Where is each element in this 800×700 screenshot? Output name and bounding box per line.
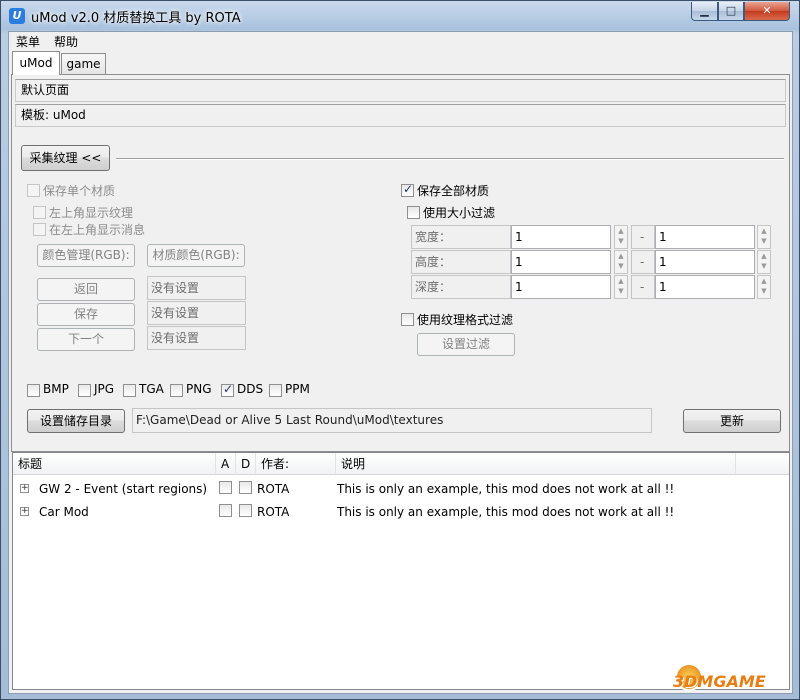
tab-umod[interactable]: uMod [12, 51, 60, 75]
depth-max-input[interactable]: 1 [655, 275, 755, 299]
show-texture-checkbox[interactable] [33, 206, 46, 219]
format-tga-label: TGA [139, 382, 164, 396]
save-all-label: 保存全部材质 [417, 184, 490, 198]
save-dir-path: F:\Game\Dead or Alive 5 Last Round\uMod\… [132, 408, 652, 433]
template-label: 模板: uMod [15, 104, 786, 127]
size-filter-label: 使用大小过滤 [423, 206, 496, 220]
mod-author: ROTA [257, 505, 290, 519]
format-filter-checkbox[interactable] [401, 313, 414, 326]
next-key-field[interactable]: 没有设置 [147, 326, 246, 350]
color-manage-button[interactable]: 颜色管理(RGB): [37, 244, 135, 267]
mod-deactivate-checkbox[interactable] [239, 481, 252, 494]
window-title: uMod v2.0 材质替换工具 by ROTA [31, 11, 241, 26]
back-button[interactable]: 返回 [37, 278, 135, 301]
main-window: U uMod v2.0 材质替换工具 by ROTA ▁ □ ✕ 菜单 帮助 u… [0, 0, 800, 700]
format-ppm-checkbox[interactable] [269, 384, 282, 397]
format-png-label: PNG [186, 382, 212, 396]
format-dds-checkbox[interactable] [221, 382, 234, 397]
list-header: 标题 A D 作者: 说明 [13, 453, 789, 475]
format-filter-label: 使用纹理格式过滤 [417, 313, 514, 327]
width-max-spinner[interactable]: ▲ ▼ [757, 225, 771, 249]
default-page-label: 默认页面 [15, 79, 786, 102]
size-filter-checkbox[interactable] [407, 206, 420, 219]
column-title[interactable]: 标题 [13, 453, 216, 475]
column-author[interactable]: 作者: [256, 453, 336, 475]
next-button[interactable]: 下一个 [37, 328, 135, 351]
save-key-field[interactable]: 没有设置 [147, 301, 246, 325]
list-item[interactable]: + GW 2 - Event (start regions) ROTA This… [13, 478, 789, 500]
show-texture-label: 左上角显示纹理 [49, 206, 134, 220]
client-area: 菜单 帮助 uMod game 默认页面 模板: uMod 采集纹理 << 保存… [8, 31, 793, 694]
format-bmp-checkbox[interactable] [27, 384, 40, 397]
menu-bar: 菜单 帮助 [9, 32, 792, 52]
save-single-label: 保存单个材质 [43, 184, 116, 198]
menu-main[interactable]: 菜单 [12, 34, 44, 50]
maximize-button[interactable]: □ [718, 2, 744, 21]
format-tga-checkbox[interactable] [123, 384, 136, 397]
mod-description: This is only an example, this mod does n… [337, 482, 675, 496]
depth-dash: - [631, 275, 655, 299]
save-single-checkbox[interactable] [27, 184, 40, 197]
texture-color-button[interactable]: 材质颜色(RGB): [147, 244, 245, 267]
tab-panel: 默认页面 模板: uMod 采集纹理 << 保存单个材质 左上角显示纹理 在左上… [11, 74, 790, 452]
collect-texture-button[interactable]: 采集纹理 << [21, 145, 110, 171]
mod-title: GW 2 - Event (start regions) [39, 482, 208, 496]
format-jpg-label: JPG [94, 382, 115, 396]
mod-description: This is only an example, this mod does n… [337, 505, 675, 519]
height-max-input[interactable]: 1 [655, 250, 755, 274]
show-message-checkbox[interactable] [33, 223, 46, 236]
mod-author: ROTA [257, 482, 290, 496]
mod-activate-checkbox[interactable] [219, 504, 232, 517]
back-key-field[interactable]: 没有设置 [147, 276, 246, 300]
format-jpg-checkbox[interactable] [78, 384, 91, 397]
format-dds-label: DDS [237, 382, 264, 396]
expand-icon[interactable]: + [20, 484, 29, 493]
width-max-input[interactable]: 1 [655, 225, 755, 249]
depth-max-spinner[interactable]: ▲ ▼ [757, 275, 771, 299]
watermark-text: 3DMGAME [673, 672, 766, 691]
format-ppm-label: PPM [285, 382, 310, 396]
format-bmp-label: BMP [43, 382, 69, 396]
menu-help[interactable]: 帮助 [50, 34, 82, 50]
column-a[interactable]: A [216, 453, 236, 475]
close-button[interactable]: ✕ [744, 2, 790, 21]
list-item[interactable]: + Car Mod ROTA This is only an example, … [13, 501, 789, 523]
mod-activate-checkbox[interactable] [219, 481, 232, 494]
depth-min-input[interactable]: 1 [511, 275, 611, 299]
height-label: 高度： [411, 250, 511, 274]
save-all-checkbox[interactable] [401, 182, 414, 197]
app-icon: U [9, 8, 25, 24]
height-min-input[interactable]: 1 [511, 250, 611, 274]
mod-list[interactable]: 标题 A D 作者: 说明 + GW 2 - Event (start regi… [12, 452, 790, 690]
width-min-spinner[interactable]: ▲ ▼ [614, 225, 628, 249]
update-button[interactable]: 更新 [683, 409, 781, 433]
expand-icon[interactable]: + [20, 507, 29, 516]
depth-label: 深度： [411, 275, 511, 299]
set-filter-button[interactable]: 设置过滤 [417, 333, 515, 356]
mod-deactivate-checkbox[interactable] [239, 504, 252, 517]
width-min-input[interactable]: 1 [511, 225, 611, 249]
width-dash: - [631, 225, 655, 249]
width-label: 宽度： [411, 225, 511, 249]
height-dash: - [631, 250, 655, 274]
format-png-checkbox[interactable] [170, 384, 183, 397]
mod-title: Car Mod [39, 505, 89, 519]
save-button[interactable]: 保存 [37, 303, 135, 326]
height-max-spinner[interactable]: ▲ ▼ [757, 250, 771, 274]
section-divider [116, 158, 784, 160]
title-bar[interactable]: U uMod v2.0 材质替换工具 by ROTA ▁ □ ✕ [1, 1, 799, 31]
set-save-dir-button[interactable]: 设置储存目录 [27, 409, 125, 433]
depth-min-spinner[interactable]: ▲ ▼ [614, 275, 628, 299]
height-min-spinner[interactable]: ▲ ▼ [614, 250, 628, 274]
show-message-label: 在左上角显示消息 [49, 223, 146, 237]
column-d[interactable]: D [236, 453, 256, 475]
tab-game[interactable]: game [61, 53, 106, 75]
column-description[interactable]: 说明 [336, 453, 736, 475]
minimize-button[interactable]: ▁ [691, 2, 718, 21]
